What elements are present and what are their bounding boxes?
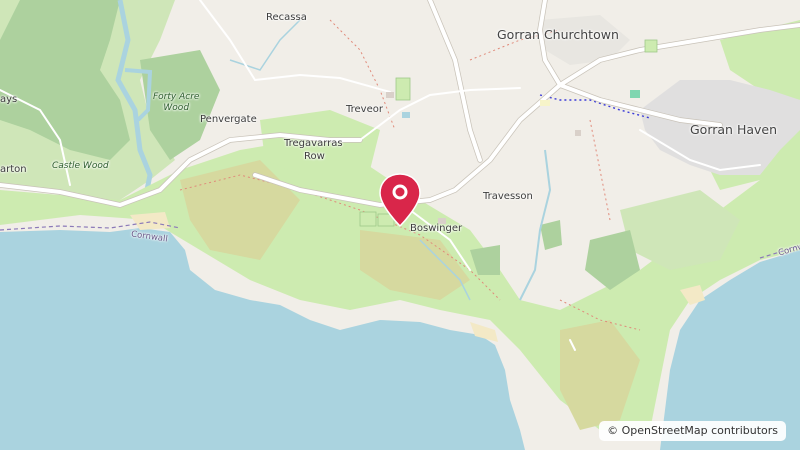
place-label-tregavarras: Tregavarras <box>284 138 343 149</box>
place-label-travesson: Travesson <box>483 191 533 202</box>
wood-label-forty-acre: Forty Acre Wood <box>153 92 199 114</box>
place-label-row: Row <box>304 151 325 162</box>
map-pin-icon[interactable] <box>378 172 422 228</box>
place-label-penvergate: Penvergate <box>200 114 257 125</box>
map-canvas[interactable]: Recassa Gorran Churchtown Gorran Haven T… <box>0 0 800 450</box>
place-label-recassa: Recassa <box>266 12 307 23</box>
place-label-gorran-haven: Gorran Haven <box>690 122 778 137</box>
place-label-treveor: Treveor <box>346 104 383 115</box>
wood-label-castle-wood: Castle Wood <box>52 161 109 171</box>
wood-label-forty-acre-line2: Wood <box>163 103 190 113</box>
map-attribution[interactable]: © OpenStreetMap contributors <box>599 421 786 441</box>
place-label-arton: arton <box>0 164 27 175</box>
place-label-ays: ays <box>0 94 18 105</box>
wood-label-forty-acre-line1: Forty Acre <box>153 92 200 102</box>
place-label-gorran-churchtown: Gorran Churchtown <box>497 27 619 42</box>
